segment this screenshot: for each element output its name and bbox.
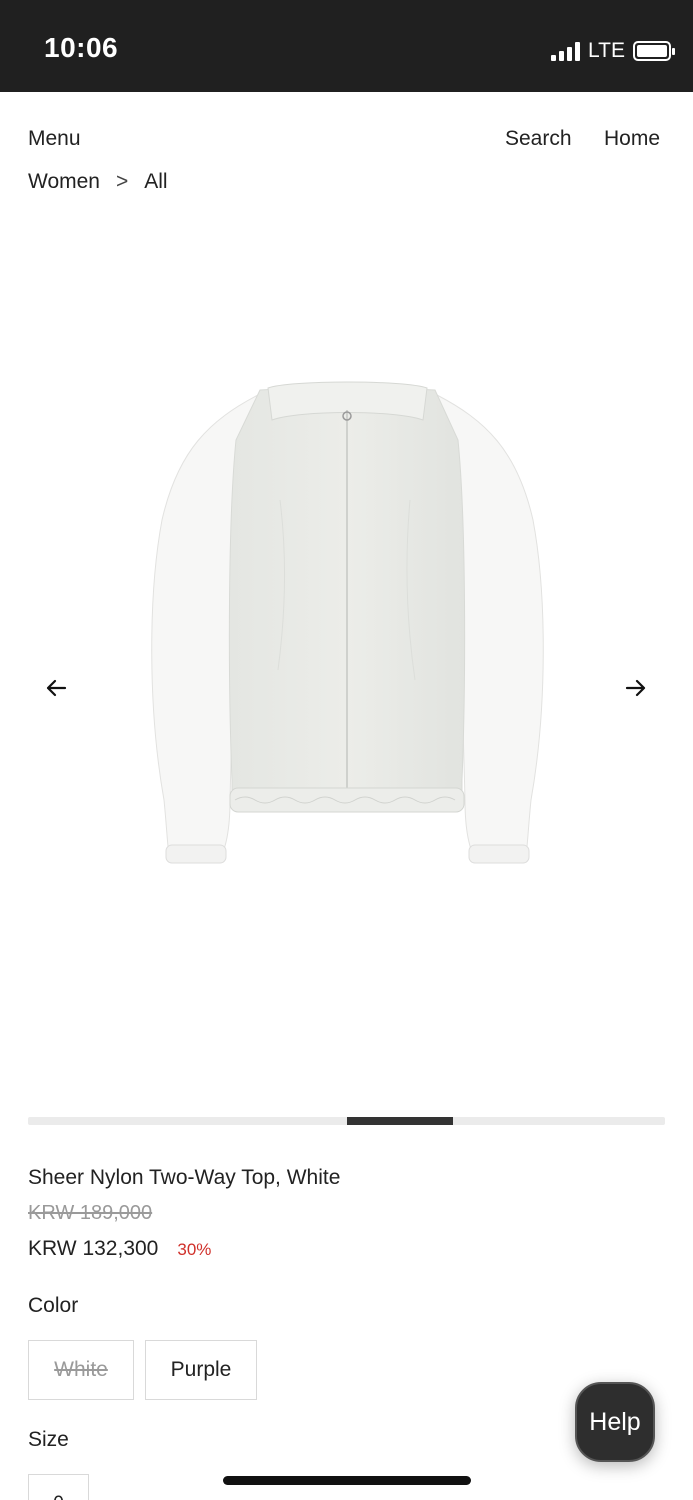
arrow-right-icon (625, 679, 646, 697)
home-indicator (223, 1476, 471, 1485)
gallery-progress-thumb[interactable] (347, 1117, 453, 1125)
breadcrumb: Women > All (28, 170, 168, 194)
size-label: Size (28, 1428, 69, 1451)
product-gallery[interactable] (0, 215, 693, 1110)
status-time: 10:06 (44, 32, 119, 63)
next-image-button[interactable] (618, 670, 654, 706)
search-link[interactable]: Search (505, 127, 572, 151)
breadcrumb-women[interactable]: Women (28, 170, 100, 194)
home-link[interactable]: Home (604, 127, 660, 151)
top-nav: Menu Search Home (0, 92, 693, 182)
discount-badge: 30% (177, 1240, 212, 1259)
battery-icon (633, 41, 675, 61)
status-indicators: LTE (551, 38, 675, 64)
size-option[interactable]: 0 (28, 1474, 89, 1500)
menu-link[interactable]: Menu (28, 127, 81, 151)
breadcrumb-all[interactable]: All (144, 170, 167, 194)
product-image (151, 381, 544, 864)
price-row: KRW 132,300 30% (28, 1237, 211, 1261)
sale-price: KRW 132,300 (28, 1237, 159, 1260)
color-label: Color (28, 1294, 79, 1317)
gallery-progress-track[interactable] (28, 1117, 665, 1125)
product-name: Sheer Nylon Two-Way Top, White (28, 1166, 341, 1189)
color-option-purple[interactable]: Purple (145, 1340, 257, 1400)
help-button[interactable]: Help (575, 1382, 655, 1462)
prev-image-button[interactable] (38, 670, 74, 706)
arrow-left-icon (46, 679, 67, 697)
breadcrumb-separator: > (115, 170, 129, 193)
network-type: LTE (588, 39, 625, 62)
signal-icon (551, 41, 581, 61)
original-price: KRW 189,000 (28, 1202, 153, 1224)
color-option-white[interactable]: White (28, 1340, 134, 1400)
status-bar: 10:06 LTE (0, 0, 693, 92)
